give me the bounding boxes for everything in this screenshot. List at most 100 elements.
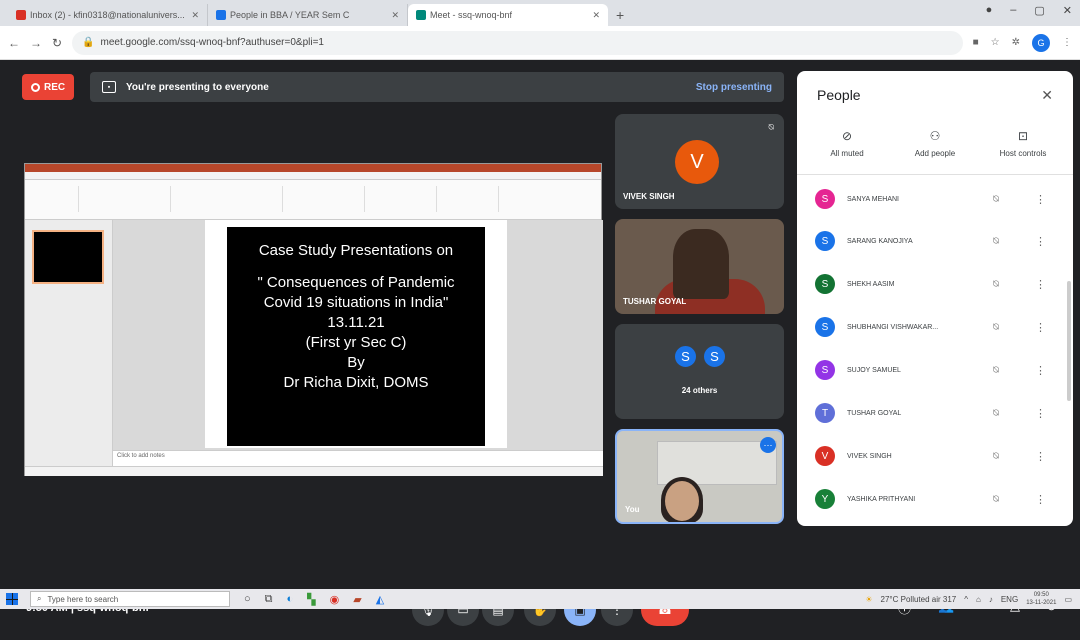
more-options-icon[interactable]: ⋮ xyxy=(1035,278,1046,291)
participant-name: YASHIKA PRITHYANI xyxy=(847,495,916,503)
avatar: V xyxy=(815,446,835,466)
mic-off-icon[interactable]: ⍉ xyxy=(993,279,999,290)
store-icon[interactable]: ▚ xyxy=(307,593,315,606)
mic-off-icon[interactable]: ⍉ xyxy=(993,494,999,505)
close-tab-icon[interactable]: ✕ xyxy=(592,10,600,21)
mic-off-icon: ⍉ xyxy=(768,122,774,132)
more-options-icon[interactable]: ⋮ xyxy=(1035,321,1046,334)
video-person xyxy=(665,481,699,521)
volume-icon[interactable]: ♪ xyxy=(989,595,993,604)
maximize-icon[interactable]: ▢ xyxy=(1034,4,1044,17)
address-bar[interactable]: 🔒 meet.google.com/ssq-wnoq-bnf?authuser=… xyxy=(72,30,963,55)
slide-thumbnail[interactable] xyxy=(32,230,104,284)
mic-off-icon[interactable]: ⍉ xyxy=(993,365,999,376)
host-controls-icon: ⊡ xyxy=(1017,129,1029,143)
people-panel-header: People ✕ xyxy=(797,71,1073,119)
reload-icon[interactable]: ↻ xyxy=(52,36,62,50)
more-options-icon[interactable]: ⋮ xyxy=(1035,407,1046,420)
mic-off-icon[interactable]: ⍉ xyxy=(993,408,999,419)
ppt-ribbon-tabs xyxy=(25,172,601,180)
recording-badge[interactable]: REC xyxy=(22,74,75,100)
record-icon xyxy=(31,82,40,92)
powerpoint-icon[interactable]: ▰ xyxy=(353,593,361,606)
close-tab-icon[interactable]: ✕ xyxy=(391,10,399,21)
mute-all-button[interactable]: ⊘ All muted xyxy=(807,119,887,174)
more-options-icon[interactable]: ⋮ xyxy=(1035,235,1046,248)
list-item[interactable]: V VIVEK SINGH ⍉ ⋮ xyxy=(797,438,1073,474)
more-options-icon[interactable]: ⋮ xyxy=(1035,493,1046,506)
more-options-icon[interactable]: ⋮ xyxy=(1035,193,1046,206)
taskbar-clock[interactable]: 09:50 13-11-2021 xyxy=(1026,591,1056,607)
edge-icon[interactable]: ◐ xyxy=(287,593,294,605)
participant-name: VIVEK SINGH xyxy=(623,192,675,201)
browser-tab-meet[interactable]: Meet - ssq-wnoq-bnf ✕ xyxy=(408,4,608,26)
windows-start-icon[interactable] xyxy=(6,593,18,605)
browser-tab-inbox[interactable]: Inbox (2) - kfin0318@nationalunivers... … xyxy=(8,4,208,26)
classroom-icon xyxy=(216,10,226,20)
network-icon[interactable]: ⌂ xyxy=(976,595,981,604)
avatar: Y xyxy=(815,489,835,509)
task-view-icon[interactable]: ⧉ xyxy=(265,593,273,606)
window-close-icon[interactable]: ✕ xyxy=(1063,4,1072,17)
minimize-icon[interactable]: – xyxy=(1010,4,1016,17)
participant-tile-tushar[interactable]: TUSHAR GOYAL xyxy=(615,219,784,314)
back-icon[interactable]: ← xyxy=(8,36,20,50)
cortana-icon[interactable]: ○ xyxy=(244,593,251,605)
more-options-icon[interactable]: ⋯ xyxy=(760,437,776,453)
new-tab-icon[interactable]: + xyxy=(616,4,624,26)
meet-stage: REC ▪ You're presenting to everyone Stop… xyxy=(0,60,1080,640)
list-item[interactable]: T TUSHAR GOYAL ⍉ ⋮ xyxy=(797,395,1073,431)
slide-line: Case Study Presentations on xyxy=(258,242,454,259)
extensions-icon[interactable]: ✲ xyxy=(1012,37,1020,48)
lang-label[interactable]: ENG xyxy=(1001,595,1018,604)
star-icon[interactable]: ☆ xyxy=(991,37,1000,48)
list-item[interactable]: S SHUBHANGI VISHWAKAR... ⍉ ⋮ xyxy=(797,309,1073,345)
participant-name: SUJOY SAMUEL xyxy=(847,366,901,374)
chrome-icon[interactable]: ◉ xyxy=(330,593,340,606)
mic-off-icon[interactable]: ⍉ xyxy=(993,451,999,462)
list-item[interactable]: Y YASHIKA PRITHYANI ⍉ ⋮ xyxy=(797,481,1073,517)
mic-off-icon[interactable]: ⍉ xyxy=(993,322,999,333)
more-options-icon[interactable]: ⋮ xyxy=(1035,450,1046,463)
participant-tile-vivek[interactable]: ⍉ V VIVEK SINGH xyxy=(615,114,784,209)
host-controls-button[interactable]: ⊡ Host controls xyxy=(983,119,1063,174)
slide-notes[interactable]: Click to add notes xyxy=(113,450,603,466)
url-text: meet.google.com/ssq-wnoq-bnf?authuser=0&… xyxy=(100,37,324,48)
profile-dot-icon[interactable]: ● xyxy=(986,4,993,17)
more-options-icon[interactable]: ⋮ xyxy=(1035,364,1046,377)
mic-off-icon[interactable]: ⍉ xyxy=(993,194,999,205)
camera-indicator-icon[interactable]: ■ xyxy=(973,37,979,48)
ppt-ribbon xyxy=(25,180,601,220)
menu-icon[interactable]: ⋮ xyxy=(1062,37,1072,48)
others-tile[interactable]: S S 24 others xyxy=(615,324,784,419)
mic-off-icon[interactable]: ⍉ xyxy=(993,236,999,247)
list-item[interactable]: S SHEKH AASIM ⍉ ⋮ xyxy=(797,266,1073,302)
control-label: Add people xyxy=(914,149,956,158)
close-tab-icon[interactable]: ✕ xyxy=(191,10,199,21)
tab-label: People in BBA / YEAR Sem C xyxy=(230,10,350,20)
avatar[interactable]: G xyxy=(1032,33,1050,52)
scrollbar[interactable] xyxy=(1067,281,1071,401)
stop-presenting-button[interactable]: Stop presenting xyxy=(696,82,772,93)
people-controls: ⊘ All muted ⚇ Add people ⊡ Host controls xyxy=(797,119,1073,175)
close-icon[interactable]: ✕ xyxy=(1041,87,1053,104)
weather-icon: ☀ xyxy=(865,594,873,604)
window-controls: ● – ▢ ✕ xyxy=(986,4,1072,17)
taskbar-search[interactable]: ⌕ Type here to search xyxy=(30,591,230,607)
windows-taskbar: ⌕ Type here to search ○ ⧉ ◐ ▚ ◉ ▰ ◭ ☀ 27… xyxy=(0,589,1080,609)
add-person-icon: ⚇ xyxy=(929,129,941,143)
list-item[interactable]: S SARANG KANOJIYA ⍉ ⋮ xyxy=(797,223,1073,259)
ppt-status-bar xyxy=(25,466,603,476)
search-icon: ⌕ xyxy=(37,594,42,603)
weather-text[interactable]: 27°C Polluted air 317 xyxy=(881,595,957,604)
notifications-icon[interactable]: ▭ xyxy=(1064,595,1072,604)
clock-time: 09:50 xyxy=(1033,592,1049,598)
app-icon[interactable]: ◭ xyxy=(376,593,384,606)
tray-arrow-icon[interactable]: ^ xyxy=(964,595,968,604)
add-people-button[interactable]: ⚇ Add people xyxy=(895,119,975,174)
self-tile[interactable]: ⋯ You xyxy=(615,429,784,524)
list-item[interactable]: S SUJOY SAMUEL ⍉ ⋮ xyxy=(797,352,1073,388)
forward-icon[interactable]: → xyxy=(30,36,42,50)
browser-tab-people[interactable]: People in BBA / YEAR Sem C ✕ xyxy=(208,4,408,26)
list-item[interactable]: S SANYA MEHANI ⍉ ⋮ xyxy=(797,181,1073,217)
